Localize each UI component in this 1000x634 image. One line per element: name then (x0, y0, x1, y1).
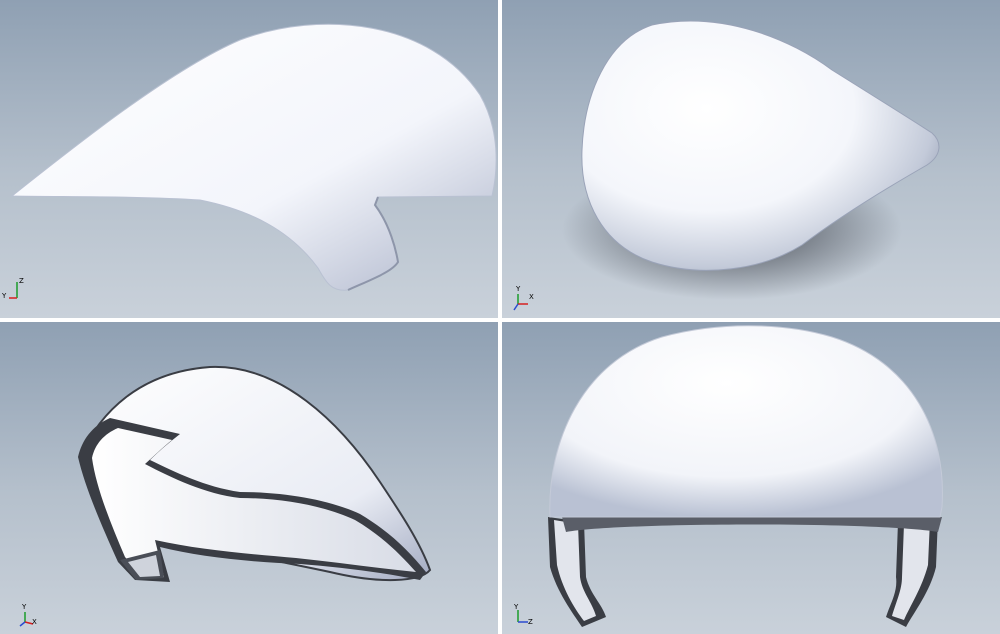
viewport-divider-vertical[interactable] (498, 0, 502, 634)
viewport-front-view[interactable]: Z Y (502, 322, 1000, 634)
viewport-isometric-view[interactable]: X Y (0, 322, 498, 634)
triad-x-label: X (529, 293, 534, 301)
triad-x-label: Z (528, 618, 533, 626)
viewport-side-view[interactable]: Y Z (0, 0, 498, 318)
triad-y-label: Y (514, 603, 519, 611)
helmet-iso-model[interactable] (0, 322, 498, 634)
helmet-top-model[interactable] (502, 0, 1000, 318)
axis-triad (5, 278, 29, 302)
triad-y-label: Z (19, 277, 24, 285)
viewport-top-view[interactable]: X Y (502, 0, 1000, 318)
triad-y-label: Y (22, 603, 27, 611)
viewport-divider-horizontal[interactable] (0, 318, 1000, 322)
triad-y-label: Y (516, 285, 521, 293)
helmet-side-model[interactable] (0, 0, 498, 318)
triad-x-label: Y (2, 292, 7, 300)
helmet-front-model[interactable] (502, 322, 1000, 634)
triad-x-label: X (32, 618, 37, 626)
